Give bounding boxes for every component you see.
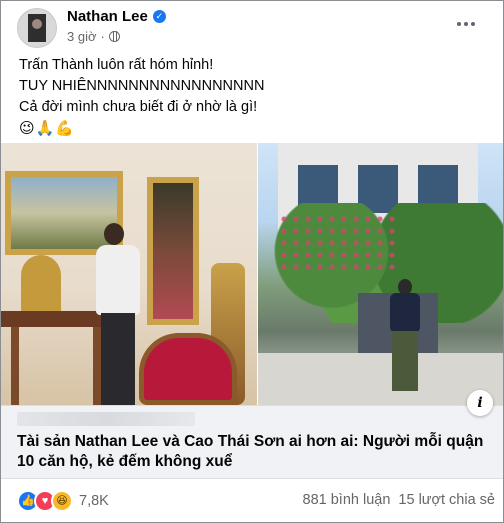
- person-legs: [101, 313, 135, 405]
- post-footer: 👍 ♥ 😆 7,8K 881 bình luận 15 lượt chia sẻ: [1, 479, 503, 522]
- author-avatar[interactable]: [17, 8, 57, 48]
- post-text-line: Trấn Thành luôn rất hóm hỉnh!: [19, 57, 214, 73]
- person-body: [390, 293, 420, 333]
- reaction-count[interactable]: 7,8K: [79, 493, 109, 509]
- gold-clock: [21, 255, 61, 317]
- living-room-photo[interactable]: [1, 143, 257, 405]
- globe-icon: [108, 31, 120, 42]
- post-text-line: Cả đời mình chưa biết đi ở nhờ là gì!: [19, 99, 258, 115]
- reactions-summary[interactable]: 👍 ♥ 😆 7,8K: [17, 490, 109, 512]
- dot-icon: [471, 22, 475, 26]
- link-title[interactable]: Tài sản Nathan Lee và Cao Thái Sơn ai hơ…: [17, 432, 487, 472]
- post-meta: 3 giờ ·: [67, 29, 120, 44]
- info-icon[interactable]: i: [467, 390, 493, 416]
- author-name[interactable]: Nathan Lee: [67, 8, 148, 25]
- post-images[interactable]: [1, 143, 503, 405]
- post-text-line: TUY NHIÊNNNNNNNNNNNNNNNNN: [19, 78, 265, 94]
- facebook-post: Nathan Lee ✓ 3 giờ · Trấn Thành luôn rất…: [0, 0, 504, 523]
- link-preview[interactable]: Tài sản Nathan Lee và Cao Thái Sơn ai hơ…: [1, 405, 503, 479]
- courtyard-ground: [258, 353, 503, 405]
- verified-badge-icon: ✓: [152, 10, 166, 23]
- person-head: [104, 223, 124, 245]
- haha-reaction-icon: 😆: [51, 490, 73, 512]
- red-chair: [139, 333, 237, 405]
- person-legs: [392, 331, 418, 391]
- post-emojis: 😉🙏💪: [19, 120, 75, 137]
- post-header: Nathan Lee ✓ 3 giờ ·: [1, 1, 503, 53]
- engagement-stats: 881 bình luận 15 lượt chia sẻ: [303, 492, 495, 508]
- landscape-painting: [5, 171, 123, 255]
- dot-icon: [457, 22, 461, 26]
- post-time[interactable]: 3 giờ: [67, 29, 97, 44]
- flower-painting: [147, 177, 199, 325]
- author-name-row: Nathan Lee ✓: [67, 8, 166, 25]
- person-body: [96, 245, 140, 315]
- console-table: [1, 311, 111, 327]
- post-text: Trấn Thành luôn rất hóm hỉnh! TUY NHIÊNN…: [19, 55, 264, 139]
- dot-icon: [464, 22, 468, 26]
- comments-count[interactable]: 881 bình luận: [303, 492, 391, 508]
- more-options-button[interactable]: [455, 13, 477, 35]
- house-photo[interactable]: [258, 143, 503, 405]
- table-legs: [11, 327, 101, 405]
- shares-count[interactable]: 15 lượt chia sẻ: [398, 492, 495, 508]
- avatar-face: [32, 19, 42, 29]
- garden-flowers: [278, 213, 398, 273]
- link-domain-blurred: [17, 412, 195, 426]
